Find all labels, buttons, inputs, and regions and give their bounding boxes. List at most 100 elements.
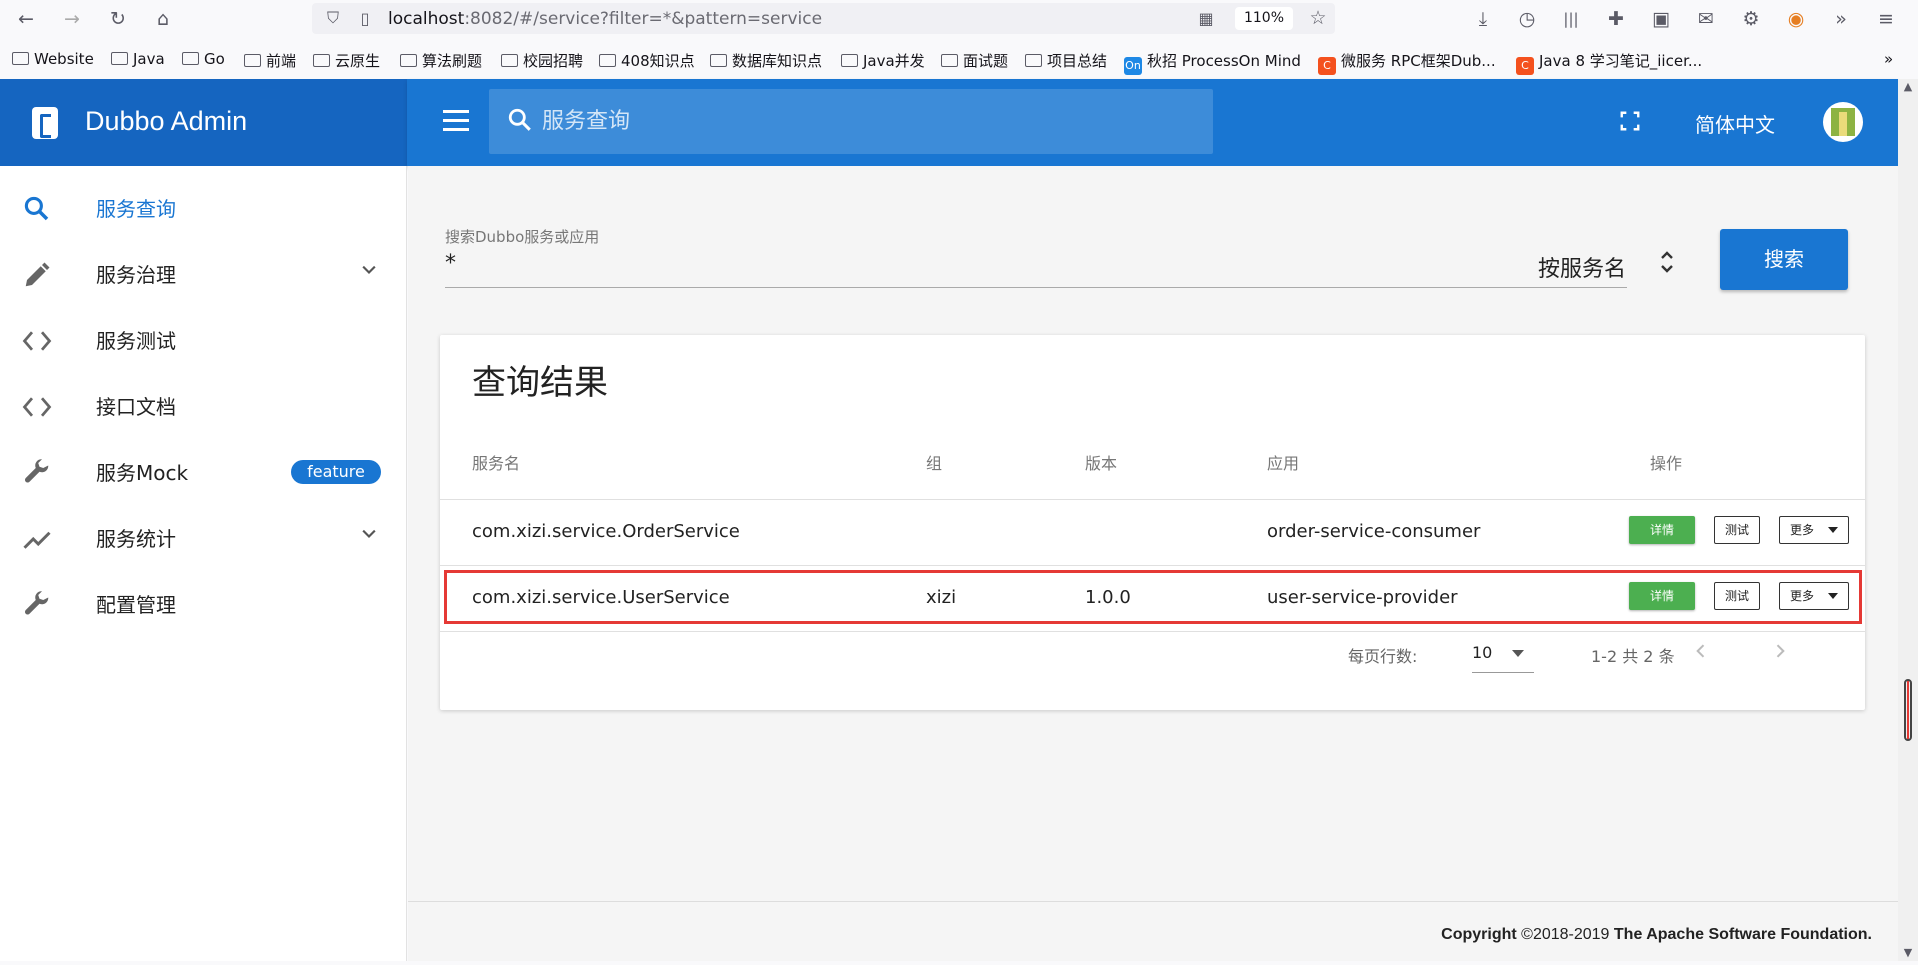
- more-button-label: 更多: [1790, 523, 1815, 537]
- extension-avatar-icon[interactable]: ◉: [1783, 6, 1809, 32]
- sidebar-item-label: 服务测试: [96, 329, 176, 353]
- bookmarks-bar: Website Java Go 前端 云原生 算法刷题 校园招聘 408知识点 …: [0, 44, 1918, 76]
- download-icon[interactable]: ⤓: [1470, 6, 1496, 32]
- chevron-left-icon[interactable]: [1691, 641, 1711, 661]
- main-content: 搜索Dubbo服务或应用 * 按服务名 搜索 查询结果 服务名 组 版本 应用 …: [408, 166, 1898, 961]
- app-header-brand: Dubbo Admin: [0, 79, 407, 166]
- rows-per-page-select[interactable]: 10: [1472, 643, 1534, 673]
- csdn-icon: C: [1318, 57, 1336, 75]
- search-field-input[interactable]: *: [445, 251, 456, 276]
- language-switcher[interactable]: 简体中文: [1695, 109, 1775, 138]
- unfold-icon[interactable]: [1659, 246, 1675, 278]
- cell-service: com.xizi.service.OrderService: [472, 521, 740, 542]
- sidebar-item-service-governance[interactable]: 服务治理: [0, 240, 407, 306]
- sidebar-item-api-docs[interactable]: 接口文档: [0, 372, 407, 438]
- address-bar[interactable]: ⛉ ▯ localhost:8082/#/service?filter=*&pa…: [312, 3, 1335, 34]
- column-header-service[interactable]: 服务名: [472, 450, 520, 474]
- bookmark-link[interactable]: C 微服务 RPC框架Dub...: [1318, 50, 1496, 75]
- more-button[interactable]: 更多: [1779, 516, 1849, 544]
- processon-icon: On: [1124, 57, 1142, 75]
- csdn-icon: C: [1516, 57, 1534, 75]
- caret-down-icon: [1512, 650, 1524, 657]
- bookmark-folder[interactable]: 408知识点: [599, 50, 695, 71]
- bookmark-folder[interactable]: 云原生: [313, 50, 380, 71]
- sidebar-item-label: 配置管理: [96, 593, 176, 617]
- scroll-up-icon[interactable]: ▲: [1895, 73, 1918, 99]
- chevron-right-icon[interactable]: [1770, 641, 1790, 661]
- search-icon: [508, 108, 531, 131]
- wrench-icon: [24, 459, 49, 483]
- scrollbar-thumb[interactable]: [1904, 679, 1912, 741]
- folder-icon: [841, 54, 858, 67]
- bookmark-link[interactable]: On 秋招 ProcessOn Mind: [1124, 50, 1301, 75]
- rows-per-page-value: 10: [1472, 643, 1493, 662]
- top-search-box[interactable]: [489, 89, 1213, 154]
- results-title: 查询结果: [472, 363, 608, 403]
- scroll-indicator: [1907, 681, 1909, 739]
- page-scrollbar[interactable]: ▲ ▼: [1898, 79, 1918, 961]
- zoom-level[interactable]: 110%: [1235, 7, 1293, 30]
- home-icon[interactable]: ⌂: [150, 6, 176, 32]
- bookmark-folder[interactable]: 前端: [244, 50, 296, 71]
- sidebar-item-service-mock[interactable]: 服务Mock feature: [0, 438, 407, 504]
- hamburger-menu-icon[interactable]: [443, 110, 469, 132]
- page-range: 1-2 共 2 条: [1591, 647, 1675, 666]
- bookmark-folder[interactable]: Go: [182, 50, 225, 68]
- bookmark-folder[interactable]: 校园招聘: [501, 50, 583, 71]
- search-button[interactable]: 搜索: [1720, 229, 1848, 290]
- search-type-select[interactable]: 按服务名: [1538, 251, 1626, 283]
- column-header-version[interactable]: 版本: [1085, 450, 1117, 474]
- folder-icon: [400, 54, 417, 67]
- trending-up-icon: [23, 531, 51, 549]
- overflow-chevrons-icon[interactable]: »: [1828, 6, 1854, 32]
- column-header-actions: 操作: [1650, 454, 1683, 473]
- bookmark-folder[interactable]: Java并发: [841, 50, 925, 71]
- top-search-input[interactable]: [542, 103, 1192, 139]
- sidebar-item-service-test[interactable]: 服务测试: [0, 306, 407, 372]
- bookmark-folder[interactable]: Website: [12, 50, 94, 68]
- fullscreen-icon[interactable]: [1619, 110, 1641, 132]
- bookmark-folder[interactable]: Java: [111, 50, 165, 68]
- bookmark-folder[interactable]: 面试题: [941, 50, 1008, 71]
- bookmark-star-icon[interactable]: ☆: [1305, 5, 1331, 31]
- column-header-app[interactable]: 应用: [1267, 450, 1299, 474]
- folder-icon: [244, 54, 261, 67]
- cell-app: order-service-consumer: [1267, 521, 1481, 542]
- code-icon: [22, 331, 52, 351]
- bookmark-folder[interactable]: 数据库知识点: [710, 50, 822, 71]
- search-field-underline: [445, 287, 1627, 288]
- shield-icon[interactable]: ⛉: [320, 5, 346, 31]
- folder-icon: [313, 54, 330, 67]
- library-icon[interactable]: |||: [1558, 6, 1584, 32]
- folder-icon: [12, 52, 29, 65]
- sidebar-item-service-stats[interactable]: 服务统计: [0, 504, 407, 570]
- test-button[interactable]: 测试: [1714, 516, 1760, 544]
- folder-icon: [501, 54, 518, 67]
- history-icon[interactable]: ◷: [1514, 6, 1540, 32]
- back-icon[interactable]: ←: [13, 6, 39, 32]
- sidebar-item-label: 服务治理: [96, 263, 176, 287]
- column-header-group[interactable]: 组: [926, 450, 942, 474]
- mail-icon[interactable]: ✉: [1693, 6, 1719, 32]
- sidebar-item-config-management[interactable]: 配置管理: [0, 570, 407, 636]
- extensions-icon[interactable]: ✚: [1603, 6, 1629, 32]
- app-header: 简体中文: [407, 79, 1898, 166]
- bookmark-link[interactable]: C Java 8 学习笔记_iicer...: [1516, 50, 1702, 75]
- settings-gear-icon[interactable]: ⚙: [1738, 6, 1764, 32]
- sidebar: 服务查询 服务治理 服务测试 接口文档 服务Mock feature 服务统计 …: [0, 166, 407, 961]
- bookmark-folder[interactable]: 项目总结: [1025, 50, 1107, 71]
- forward-icon[interactable]: →: [59, 6, 85, 32]
- folder-icon: [1025, 54, 1042, 67]
- bookmark-folder[interactable]: 算法刷题: [400, 50, 482, 71]
- reload-icon[interactable]: ↻: [105, 6, 131, 32]
- url-text[interactable]: localhost:8082/#/service?filter=*&patter…: [388, 9, 822, 29]
- scroll-down-icon[interactable]: ▼: [1895, 939, 1918, 965]
- bookmarks-overflow-icon[interactable]: »: [1884, 50, 1893, 68]
- sidebar-item-service-search[interactable]: 服务查询: [0, 174, 407, 240]
- qr-code-icon[interactable]: ▦: [1193, 5, 1219, 31]
- menu-icon[interactable]: ≡: [1873, 6, 1899, 32]
- screenshot-icon[interactable]: ▣: [1648, 6, 1674, 32]
- detail-button[interactable]: 详情: [1629, 516, 1695, 544]
- user-avatar[interactable]: [1823, 102, 1863, 142]
- sidebar-item-label: 服务Mock: [96, 461, 189, 485]
